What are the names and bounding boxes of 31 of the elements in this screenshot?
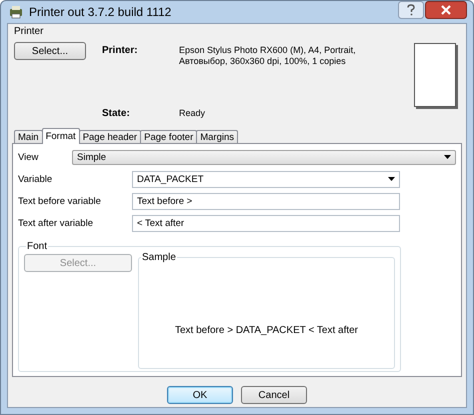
variable-dropdown[interactable]: DATA_PACKET bbox=[132, 170, 400, 188]
input-field[interactable]: < Text after bbox=[132, 214, 400, 232]
group-title: Sample bbox=[141, 252, 177, 263]
group-title: Printer bbox=[14, 26, 44, 37]
dialog-button[interactable]: OK bbox=[167, 386, 233, 404]
tab[interactable]: Main bbox=[14, 130, 43, 143]
field-label: Variable bbox=[18, 174, 54, 184]
sample-text: Text before > DATA_PACKET < Text after bbox=[174, 325, 358, 336]
state-label: State: bbox=[102, 107, 131, 119]
tab[interactable]: Format bbox=[42, 128, 80, 144]
tab[interactable]: Page footer bbox=[140, 130, 198, 143]
window-title: Printer out 3.7.2 build 1112 bbox=[29, 5, 172, 19]
tab[interactable]: Page header bbox=[78, 130, 142, 143]
field-label: Text before variable bbox=[18, 196, 102, 206]
field-label: Text after variable bbox=[18, 218, 94, 228]
select-printer-button[interactable]: Select... bbox=[14, 42, 86, 60]
printer-icon bbox=[9, 5, 23, 19]
dropdown-arrow-icon bbox=[444, 155, 451, 159]
tab[interactable]: Margins bbox=[196, 130, 238, 143]
page-preview bbox=[414, 43, 456, 107]
state-value: Ready bbox=[179, 107, 206, 119]
printer-label: Printer: bbox=[102, 44, 139, 58]
close-icon[interactable] bbox=[425, 1, 467, 19]
group-title: Font bbox=[26, 241, 48, 252]
view-dropdown[interactable]: Simple bbox=[72, 150, 456, 164]
dialog-button[interactable]: Cancel bbox=[241, 386, 307, 404]
field-label: View bbox=[18, 152, 40, 162]
input-field[interactable]: Text before > bbox=[132, 192, 400, 210]
help-icon[interactable] bbox=[398, 1, 424, 19]
printer-value: Epson Stylus Photo RX600 (M), A4, Portrait, Автовыбор, 360x360 dpi, 100%, 1 copies bbox=[179, 44, 357, 67]
dropdown-arrow-icon bbox=[388, 177, 395, 181]
